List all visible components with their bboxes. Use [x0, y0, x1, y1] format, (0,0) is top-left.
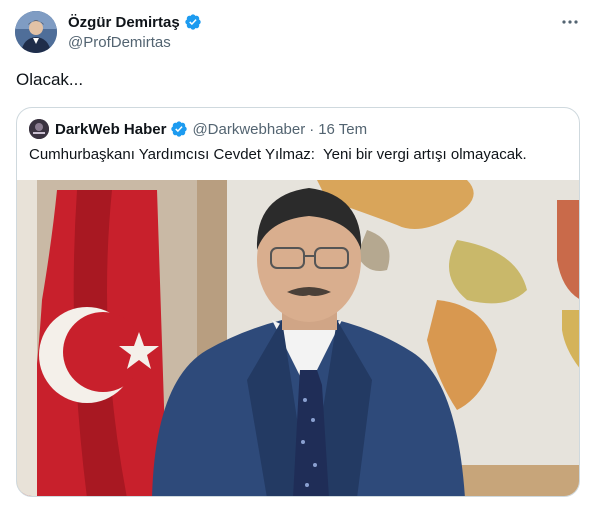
- quoted-author-avatar: [29, 119, 49, 139]
- author-avatar[interactable]: [15, 11, 57, 53]
- darkweb-logo-icon: [29, 119, 49, 139]
- tweet[interactable]: Özgür Demirtaş @ProfDemirtas Olacak... D…: [0, 0, 591, 511]
- profile-photo-icon: [15, 11, 57, 53]
- more-dots-icon: [562, 20, 578, 24]
- more-options-button[interactable]: [556, 10, 584, 34]
- quoted-author-name: DarkWeb Haber: [55, 120, 167, 138]
- quoted-tweet[interactable]: DarkWeb Haber @Darkwebhaber · 16 Tem Cum…: [16, 107, 580, 497]
- quoted-tweet-image[interactable]: [17, 180, 579, 496]
- photo-of-man-icon: [17, 180, 579, 496]
- tweet-text: Olacak...: [16, 70, 84, 89]
- quoted-date: 16 Tem: [318, 120, 368, 138]
- quoted-tweet-text: Cumhurbaşkanı Yardımcısı Cevdet Yılmaz: …: [29, 146, 527, 163]
- author-name[interactable]: Özgür Demirtaş: [68, 14, 180, 31]
- separator-dot: ·: [309, 120, 315, 138]
- quoted-verified-badge-icon: [171, 121, 188, 137]
- verified-badge-icon: [185, 14, 201, 30]
- quoted-tweet-header: DarkWeb Haber @Darkwebhaber · 16 Tem: [29, 119, 367, 139]
- quoted-author-handle: @Darkwebhaber: [192, 120, 306, 138]
- author-handle[interactable]: @ProfDemirtas: [68, 34, 202, 51]
- author-info: Özgür Demirtaş @ProfDemirtas: [68, 12, 202, 51]
